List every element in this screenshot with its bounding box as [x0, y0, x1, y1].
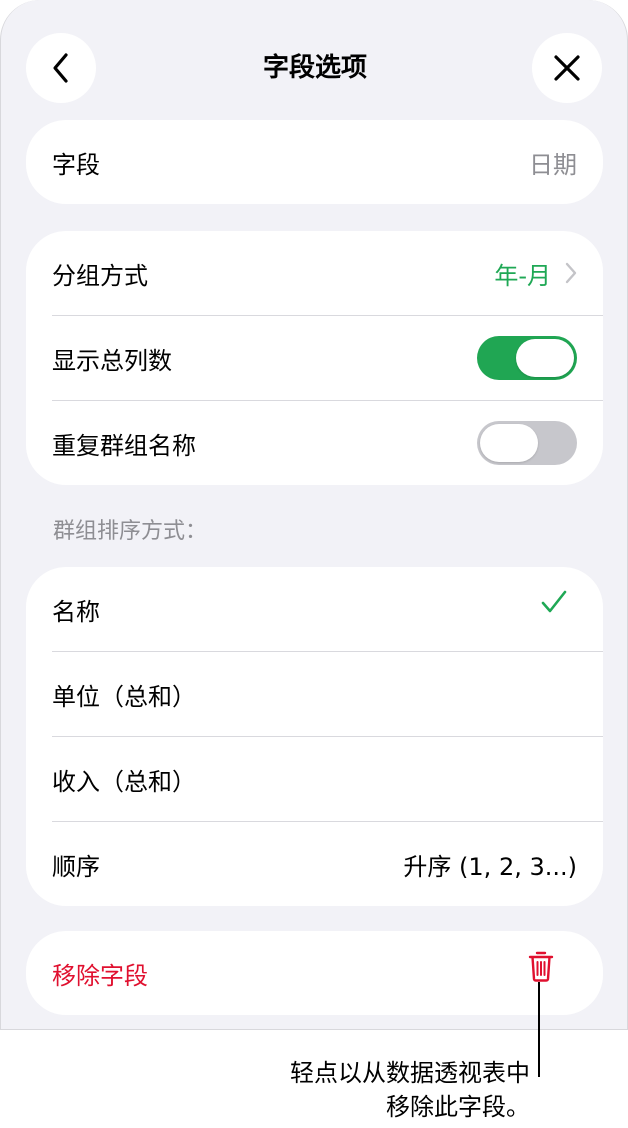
group-by-value: 年-月 — [494, 261, 551, 290]
group-by-row[interactable]: 分组方式 年-月 — [26, 231, 603, 315]
sort-option-name[interactable]: 名称 — [26, 567, 603, 651]
sort-order-value: 升序 (1, 2, 3...) — [403, 852, 577, 881]
sort-section-header: 群组排序方式： — [53, 519, 208, 544]
repeat-names-toggle[interactable] — [477, 421, 577, 465]
sort-option-label: 名称 — [52, 597, 100, 626]
chevron-right-icon — [565, 262, 577, 284]
remove-field-label: 移除字段 — [52, 961, 148, 990]
repeat-names-row: 重复群组名称 — [26, 401, 603, 485]
close-button[interactable] — [532, 33, 602, 103]
checkmark-icon — [541, 590, 567, 613]
sort-option-label: 收入（总和） — [52, 767, 196, 796]
repeat-names-label: 重复群组名称 — [52, 431, 196, 460]
callout-leader-line — [538, 982, 540, 1077]
field-value: 日期 — [529, 150, 577, 179]
field-label: 字段 — [52, 150, 100, 179]
callout-line-2: 移除此字段。 — [386, 1093, 530, 1121]
show-total-label: 显示总列数 — [52, 346, 172, 375]
show-total-toggle[interactable] — [477, 336, 577, 380]
sort-option-label: 单位（总和） — [52, 682, 196, 711]
field-options-sheet: 字段选项 字段 日期 分组方式 年-月 显示总列数 重复群组名称 群组排序方式：… — [0, 0, 628, 1030]
sort-order-row[interactable]: 顺序 升序 (1, 2, 3...) — [26, 822, 603, 906]
toggle-knob — [516, 339, 574, 377]
sort-option-revenue[interactable]: 收入（总和） — [26, 737, 603, 821]
show-total-row: 显示总列数 — [26, 316, 603, 400]
sort-option-units[interactable]: 单位（总和） — [26, 652, 603, 736]
close-icon — [554, 55, 580, 81]
options-card: 分组方式 年-月 显示总列数 重复群组名称 — [26, 231, 603, 485]
callout-annotation: 轻点以从数据透视表中 移除此字段。 — [200, 1056, 530, 1124]
sort-card: 名称 单位（总和） 收入（总和） 顺序 升序 (1, 2, 3...) — [26, 567, 603, 906]
toggle-knob — [480, 424, 538, 462]
callout-line-1: 轻点以从数据透视表中 — [290, 1059, 530, 1087]
remove-card: 移除字段 — [26, 931, 603, 1015]
field-card: 字段 日期 — [26, 120, 603, 204]
trash-icon — [528, 951, 554, 982]
field-row[interactable]: 字段 日期 — [26, 120, 603, 204]
remove-field-button[interactable]: 移除字段 — [26, 931, 603, 1015]
sort-order-label: 顺序 — [52, 852, 100, 881]
group-by-label: 分组方式 — [52, 261, 148, 290]
